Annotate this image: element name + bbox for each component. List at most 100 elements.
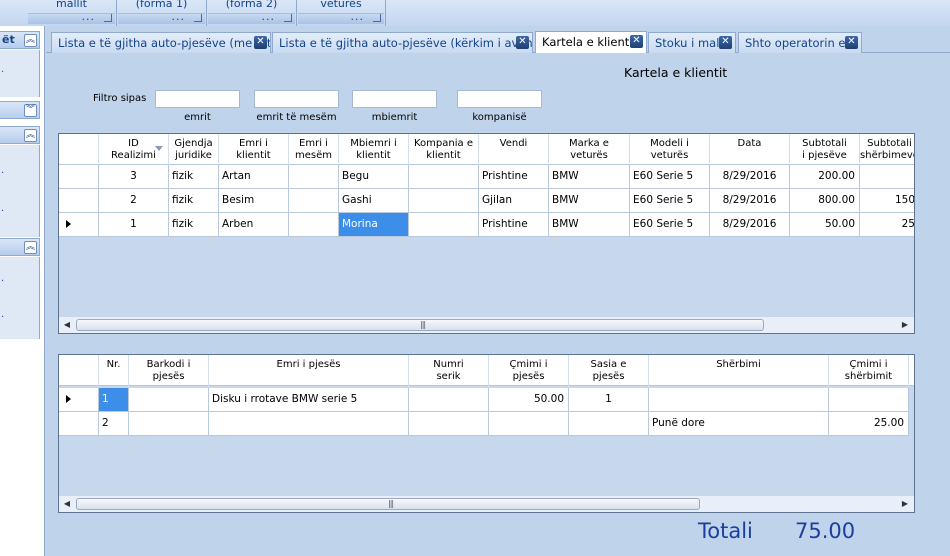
column-header[interactable]: Emri i pjesës	[209, 355, 409, 386]
table-cell[interactable]: Besim	[219, 189, 289, 212]
table-cell[interactable]	[860, 165, 914, 188]
table-cell[interactable]: E60 Serie 5	[630, 189, 710, 212]
grid-header-corner[interactable]	[59, 355, 99, 386]
row-header[interactable]	[59, 412, 99, 435]
table-cell[interactable]: 50.00	[489, 388, 569, 411]
tab-shto-operatorin[interactable]: Shto operatorin e ri ✕	[738, 32, 862, 53]
scroll-left-icon[interactable]: ◀	[62, 499, 72, 509]
table-cell[interactable]	[289, 213, 339, 236]
row-header[interactable]	[59, 388, 99, 411]
table-row[interactable]: 3 fizik Artan Begu Prishtine BMW E60 Serie 5 8/…	[59, 165, 914, 189]
column-header[interactable]: Data	[710, 134, 790, 165]
table-row[interactable]: 2 Punë dore 25.00	[59, 412, 909, 436]
filter-last-name-input[interactable]	[352, 90, 437, 108]
nav-group-header[interactable]: ︽	[0, 238, 40, 256]
column-header[interactable]: Sasia e pjesës	[569, 355, 649, 386]
row-header[interactable]	[59, 189, 99, 212]
column-header[interactable]: Numri serik	[409, 355, 489, 386]
table-cell[interactable]: 50.00	[790, 213, 860, 236]
column-header[interactable]: Çmimi i shërbimit	[829, 355, 909, 386]
column-header[interactable]: Nr.	[99, 355, 129, 386]
dialog-launcher-icon[interactable]	[194, 14, 202, 22]
client-records-grid[interactable]: ID Realizimi Gjendja juridike Emri i klientit…	[58, 133, 915, 334]
table-cell[interactable]: BMW	[549, 189, 630, 212]
table-cell[interactable]	[409, 165, 479, 188]
table-cell[interactable]: Prishtine	[479, 165, 549, 188]
close-icon[interactable]: ✕	[516, 36, 529, 49]
table-row[interactable]: 1 Disku i rrotave BMW serie 5 50.00 1	[59, 388, 909, 412]
filter-middle-name-input[interactable]	[254, 90, 339, 108]
table-cell[interactable]: Begu	[339, 165, 409, 188]
table-cell[interactable]	[409, 189, 479, 212]
table-cell[interactable]: 8/29/2016	[710, 165, 790, 188]
table-cell[interactable]: Gashi	[339, 189, 409, 212]
nav-group-header[interactable]: ︾	[0, 101, 40, 119]
close-icon[interactable]: ✕	[630, 35, 643, 48]
table-cell[interactable]	[409, 213, 479, 236]
nav-group-header[interactable]: ︽	[0, 126, 40, 144]
scroll-right-icon[interactable]: ▶	[900, 499, 910, 509]
table-cell[interactable]: 800.00	[790, 189, 860, 212]
table-cell[interactable]: 8/29/2016	[710, 213, 790, 236]
filter-company-input[interactable]	[457, 90, 542, 108]
table-row[interactable]: 2 fizik Besim Gashi Gjilan BMW E60 Serie 5 8/29…	[59, 189, 914, 213]
table-cell[interactable]: fizik	[169, 189, 219, 212]
table-cell[interactable]: 2	[99, 189, 169, 212]
table-cell[interactable]	[829, 388, 909, 411]
column-header[interactable]: Subtotali i pjesëve	[790, 134, 860, 165]
collapse-icon[interactable]: ︽	[24, 129, 37, 142]
column-header[interactable]: Emri i mesëm	[289, 134, 339, 165]
table-cell[interactable]: 200.00	[790, 165, 860, 188]
table-cell[interactable]: Morina	[339, 213, 409, 236]
scrollbar-thumb[interactable]: |||	[76, 319, 764, 331]
column-header[interactable]: Marka e veturës	[549, 134, 630, 165]
table-cell[interactable]: 1	[99, 213, 169, 236]
table-cell[interactable]	[489, 412, 569, 435]
table-cell[interactable]	[409, 412, 489, 435]
table-cell[interactable]	[409, 388, 489, 411]
table-cell[interactable]	[289, 165, 339, 188]
table-cell[interactable]: fizik	[169, 165, 219, 188]
parts-services-grid[interactable]: Nr. Barkodi i pjesës Emri i pjesës Numri seri…	[58, 354, 915, 513]
column-header[interactable]: Shërbimi	[649, 355, 829, 386]
scrollbar-thumb[interactable]: |||	[76, 498, 700, 510]
column-header[interactable]: Vendi	[479, 134, 549, 165]
table-cell[interactable]: 3	[99, 165, 169, 188]
column-header[interactable]: Subtotali shërbimeve	[860, 134, 914, 165]
expand-icon[interactable]: ︾	[24, 104, 37, 117]
dialog-launcher-icon[interactable]	[373, 14, 381, 22]
scroll-right-icon[interactable]: ▶	[900, 320, 910, 330]
table-cell[interactable]: E60 Serie 5	[630, 213, 710, 236]
table-cell[interactable]	[569, 412, 649, 435]
grid-header-corner[interactable]	[59, 134, 99, 165]
column-header[interactable]: Çmimi i pjesës	[489, 355, 569, 386]
table-cell[interactable]	[209, 412, 409, 435]
table-cell[interactable]: fizik	[169, 213, 219, 236]
table-cell[interactable]: 25.00	[829, 412, 909, 435]
tab-stoku-i-mallit[interactable]: Stoku i mallit ✕	[648, 32, 736, 53]
column-header[interactable]: ID Realizimi	[99, 134, 169, 165]
column-header[interactable]: Gjendja juridike	[169, 134, 219, 165]
table-cell[interactable]: Punë dore	[649, 412, 829, 435]
table-cell[interactable]: 8/29/2016	[710, 189, 790, 212]
row-header[interactable]	[59, 213, 99, 236]
table-cell[interactable]: Arben	[219, 213, 289, 236]
horizontal-scrollbar[interactable]: ◀ ||| ▶	[59, 316, 914, 333]
tab-lista-kerkim[interactable]: Lista e të gjitha auto-pjesëve (kërkim i…	[272, 32, 533, 53]
close-icon[interactable]: ✕	[254, 36, 267, 49]
table-cell[interactable]: 25	[860, 213, 914, 236]
tab-kartela-e-klientit[interactable]: Kartela e klientit ✕	[535, 31, 647, 54]
close-icon[interactable]: ✕	[719, 36, 732, 49]
table-cell[interactable]: BMW	[549, 165, 630, 188]
column-header[interactable]: Kompania e klientit	[409, 134, 479, 165]
close-icon[interactable]: ✕	[845, 36, 858, 49]
table-cell[interactable]	[649, 388, 829, 411]
table-cell[interactable]	[289, 189, 339, 212]
row-header[interactable]	[59, 165, 99, 188]
table-cell[interactable]	[129, 388, 209, 411]
table-cell[interactable]: 150	[860, 189, 914, 212]
table-cell[interactable]: E60 Serie 5	[630, 165, 710, 188]
table-cell[interactable]: BMW	[549, 213, 630, 236]
collapse-icon[interactable]: ︽	[24, 34, 37, 47]
filter-first-name-input[interactable]	[155, 90, 240, 108]
